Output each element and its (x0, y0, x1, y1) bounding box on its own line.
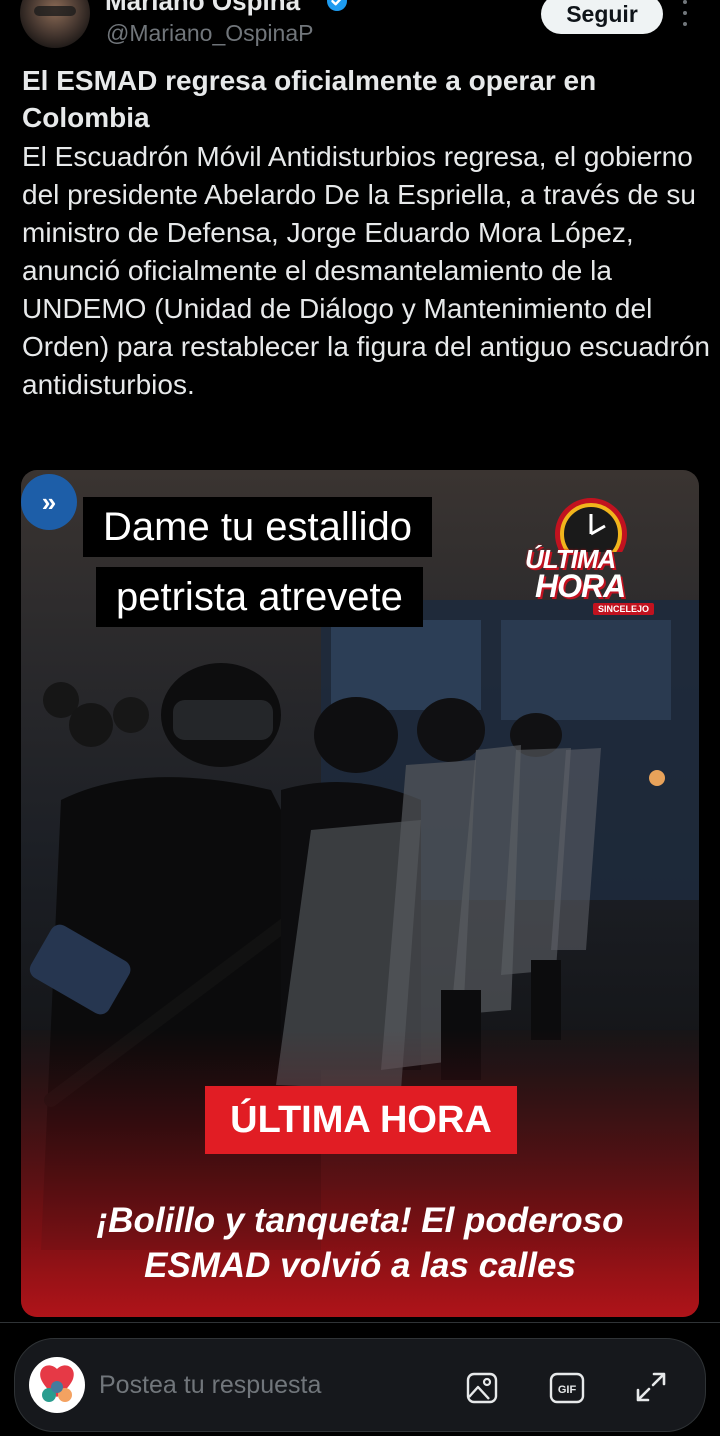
author-avatar[interactable] (20, 0, 90, 48)
divider (0, 1322, 720, 1323)
post-body: El Escuadrón Móvil Antidisturbios regres… (22, 141, 710, 400)
post-title: El ESMAD regresa oficialmente a operar e… (22, 65, 597, 133)
caption-overlay-line1: Dame tu estallido (83, 497, 433, 557)
clock-icon (555, 498, 627, 552)
avatar-logo-icon (40, 1365, 74, 1402)
svg-text:GIF: GIF (558, 1384, 577, 1396)
more-options-icon[interactable] (678, 0, 692, 26)
verified-badge-icon (327, 0, 347, 11)
logo-city: SINCELEJO (593, 603, 655, 615)
follow-button[interactable]: Seguir (541, 0, 663, 34)
caption-overlay-line2: petrista atrevete (96, 567, 423, 627)
image-icon[interactable] (465, 1371, 499, 1405)
logo-line2: HORA (535, 568, 626, 604)
media-expand-badge[interactable]: » (21, 474, 77, 530)
headline-line2: ESMAD volvió a las calles (144, 1246, 576, 1285)
post-media-image[interactable]: » Dame tu estallido petrista atrevete ÚL… (21, 470, 699, 1317)
breaking-news-badge: ÚLTIMA HORA (205, 1086, 517, 1154)
gif-icon[interactable]: GIF (549, 1371, 585, 1405)
reply-input[interactable]: Postea tu respuesta (99, 1371, 321, 1400)
news-logo: ÚLTIMA HORA SINCELEJO (521, 492, 671, 615)
author-handle[interactable]: @Mariano_OspinaP (106, 20, 313, 47)
reply-composer[interactable]: Postea tu respuesta GIF (14, 1338, 706, 1432)
headline-line1: ¡Bolillo y tanqueta! El poderoso (96, 1201, 624, 1240)
post-header: Mariano Ospina @Mariano_OspinaP Seguir (0, 0, 720, 56)
author-display-name[interactable]: Mariano Ospina (105, 0, 300, 17)
media-headline: ¡Bolillo y tanqueta! El poderoso ESMAD v… (21, 1198, 699, 1288)
user-avatar[interactable] (29, 1357, 85, 1413)
expand-icon[interactable] (633, 1369, 669, 1405)
